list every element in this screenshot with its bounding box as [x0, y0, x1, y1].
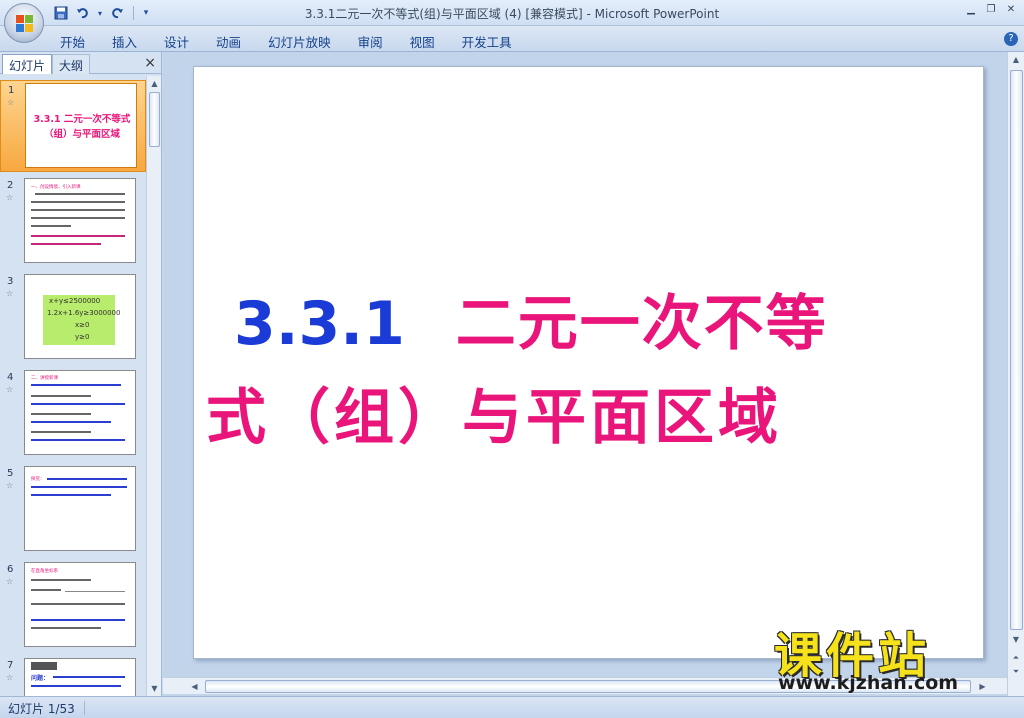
thumb-heading: 问题： [31, 675, 50, 682]
slide-preview: 在直角坐标系 [24, 562, 136, 647]
window-title: 3.3.1二元一次不等式(组)与平面区域 (4) [兼容模式] - Micros… [304, 7, 720, 21]
animation-star-icon: ☆ [6, 577, 14, 586]
animation-star-icon: ☆ [6, 673, 14, 682]
slide-thumbnail-3[interactable]: 3 ☆ x+y≤2500000 1.2x+1.6y≥3000000 x≥0 y≥… [0, 272, 146, 364]
tab-slideshow[interactable]: 幻灯片放映 [268, 30, 342, 54]
slide-preview: 3.3.1 二元一次不等式（组）与平面区域 [25, 83, 137, 168]
scroll-down-icon[interactable]: ▼ [147, 681, 162, 696]
watermark: 课件站 www.kjzhan.com [768, 614, 1008, 696]
thumbnail-list: 1 ☆ 3.3.1 二元一次不等式（组）与平面区域 2 ☆ 一、创设情境，引入新… [0, 76, 146, 696]
slide-preview: 探究： [24, 466, 136, 551]
tab-review[interactable]: 审阅 [358, 30, 394, 54]
office-logo-icon [16, 15, 33, 32]
powerpoint-window: ▾ ▾ 3.3.1二元一次不等式(组)与平面区域 (4) [兼容模式] - Mi… [0, 0, 1024, 718]
title-number: 3.3.1 [234, 289, 405, 359]
title-bar: ▾ ▾ 3.3.1二元一次不等式(组)与平面区域 (4) [兼容模式] - Mi… [0, 0, 1024, 26]
scroll-left-icon[interactable]: ◀ [187, 679, 202, 694]
thumb-eq-4: y≥0 [75, 333, 90, 341]
slide-thumbnail-7[interactable]: 7 ☆ 问题： [0, 656, 146, 696]
scroll-up-icon[interactable]: ▲ [1008, 52, 1024, 67]
ribbon: 开始 插入 设计 动画 幻灯片放映 审阅 视图 开发工具 ? [0, 26, 1024, 52]
tab-outline[interactable]: 大纲 [52, 54, 91, 74]
close-icon[interactable]: ✕ [1002, 2, 1020, 16]
slide-thumbnail-6[interactable]: 6 ☆ 在直角坐标系 [0, 560, 146, 652]
help-icon[interactable]: ? [1004, 32, 1018, 46]
thumb-eq-3: x≥0 [75, 321, 90, 329]
slide-thumbnail-5[interactable]: 5 ☆ 探究： [0, 464, 146, 556]
tab-slides[interactable]: 幻灯片 [2, 54, 53, 74]
status-bar: 幻灯片 1/53 [0, 696, 1024, 718]
watermark-url: www.kjzhan.com [778, 672, 959, 694]
thumb-heading: 二、讲授新课 [31, 376, 58, 381]
slide-number: 5 [7, 468, 14, 479]
slide-counter: 幻灯片 1/53 [8, 702, 75, 716]
thumb-eq-1: x+y≤2500000 [49, 297, 101, 305]
animation-star-icon: ☆ [6, 289, 14, 298]
tab-view[interactable]: 视图 [410, 30, 446, 54]
tab-developer[interactable]: 开发工具 [462, 30, 523, 54]
thumb-heading: 在直角坐标系 [31, 569, 58, 574]
restore-icon[interactable]: ❐ [982, 2, 1000, 16]
tab-insert[interactable]: 插入 [112, 30, 148, 54]
minimize-icon[interactable]: ▁ [962, 2, 980, 16]
tab-home[interactable]: 开始 [60, 30, 96, 54]
animation-star-icon: ☆ [6, 481, 14, 490]
thumbnail-scrollbar[interactable]: ▲ ▼ [146, 76, 161, 696]
slide-number: 2 [7, 180, 14, 191]
status-divider [84, 701, 85, 715]
thumb-heading: 一、创设情境，引入新课 [31, 185, 81, 190]
animation-star-icon: ☆ [6, 385, 14, 394]
pane-tabs: 幻灯片 大纲 × [0, 52, 162, 74]
animation-star-icon: ☆ [7, 98, 15, 107]
slides-pane: 幻灯片 大纲 × 1 ☆ 3.3.1 二元一次不等式（组）与平面区域 2 ☆ 一… [0, 52, 162, 696]
slide-preview: 二、讲授新课 [24, 370, 136, 455]
title-line-2: 式（组）与平面区域 [206, 383, 782, 453]
slide-thumbnail-4[interactable]: 4 ☆ 二、讲授新课 [0, 368, 146, 460]
slide-preview: x+y≤2500000 1.2x+1.6y≥3000000 x≥0 y≥0 [24, 274, 136, 359]
next-slide-icon[interactable]: ⏷ [1008, 664, 1024, 679]
thumb-title: 3.3.1 二元一次不等式（组）与平面区域 [33, 114, 131, 140]
scrollbar-thumb[interactable] [1010, 70, 1023, 630]
scrollbar-thumb[interactable] [149, 92, 160, 147]
slide-preview: 问题： [24, 658, 136, 696]
tab-animations[interactable]: 动画 [216, 30, 252, 54]
title-text-1: 二元一次不等 [455, 289, 828, 359]
office-button[interactable] [4, 3, 44, 43]
window-controls: ▁ ❐ ✕ [962, 2, 1020, 16]
scroll-down-icon[interactable]: ▼ [1008, 632, 1024, 647]
ribbon-tabs: 开始 插入 设计 动画 幻灯片放映 审阅 视图 开发工具 [60, 30, 539, 54]
scroll-up-icon[interactable]: ▲ [147, 76, 162, 91]
current-slide[interactable]: 3.3.1 二元一次不等 式（组）与平面区域 [193, 66, 984, 659]
slide-thumbnail-2[interactable]: 2 ☆ 一、创设情境，引入新课 [0, 176, 146, 268]
slide-vertical-scrollbar[interactable]: ▲ ▼ ⏶ ⏷ [1007, 52, 1024, 696]
slide-preview: 一、创设情境，引入新课 [24, 178, 136, 263]
thumb-heading: 探究： [31, 477, 45, 482]
slide-number: 3 [7, 276, 14, 287]
animation-star-icon: ☆ [6, 193, 14, 202]
slide-number: 1 [8, 85, 15, 96]
slide-editing-area: 3.3.1 二元一次不等 式（组）与平面区域 ▲ ▼ ⏶ ⏷ ◀ ▶ [163, 52, 1024, 696]
thumb-eq-2: 1.2x+1.6y≥3000000 [47, 309, 121, 317]
previous-slide-icon[interactable]: ⏶ [1008, 650, 1024, 665]
slide-number: 6 [7, 564, 14, 575]
title-line-1: 3.3.1 二元一次不等 [234, 277, 828, 371]
slide-number: 4 [7, 372, 14, 383]
tab-design[interactable]: 设计 [164, 30, 200, 54]
slide-thumbnail-1[interactable]: 1 ☆ 3.3.1 二元一次不等式（组）与平面区域 [0, 80, 146, 172]
slide-number: 7 [7, 660, 14, 671]
close-icon[interactable]: × [144, 55, 156, 71]
